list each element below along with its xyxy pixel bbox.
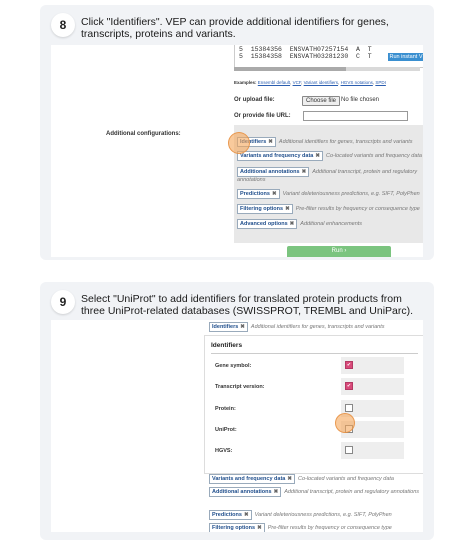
step-number: 8 <box>51 13 75 37</box>
option-identifiers[interactable]: Identifiers ✖ Additional identifiers for g… <box>209 322 385 332</box>
option-description: Additional identifiers for genes, transc… <box>278 139 413 145</box>
hgvs-cell <box>341 442 404 459</box>
option-description: Co-located variants and frequency data <box>297 476 394 482</box>
additional-annotations-tag[interactable]: Additional annotations ✖ <box>237 167 310 177</box>
step-9-card: 9 Select "UniProt" to add identifiers fo… <box>40 282 434 540</box>
option-filtering[interactable]: Filtering options ✖ Pre-filter results by … <box>209 523 392 532</box>
close-icon: ✖ <box>289 221 295 227</box>
hgvs-checkbox[interactable] <box>345 446 353 454</box>
uniprot-label: UniProt: <box>215 427 237 433</box>
identifiers-panel-title: Identifiers <box>211 342 243 349</box>
variant-input-textarea[interactable]: 5 15384356 ENSVATH07257154 A T 5 1538435… <box>234 45 423 68</box>
textarea-line: 5 15384358 ENSVATH03281230 C T <box>239 53 372 60</box>
step-instruction: Select "UniProt" to add identifiers for … <box>81 293 414 317</box>
variants-frequency-tag[interactable]: Variants and frequency data ✖ <box>209 474 295 484</box>
identifiers-panel: Identifiers Gene symbol: ✔ Transcript ve… <box>204 335 423 474</box>
option-predictions[interactable]: Predictions ✖ Variant deleteriousness pred… <box>209 510 392 520</box>
option-advanced[interactable]: Advanced options ✖ Additional enhancements <box>237 219 362 229</box>
step-8-screenshot: 5 15384356 ENSVATH07257154 A T 5 1538435… <box>51 45 423 257</box>
example-link[interactable]: Ensembl default <box>258 80 290 85</box>
option-description: Pre-filter results by frequency or conse… <box>295 206 420 212</box>
close-icon: ✖ <box>301 169 307 175</box>
option-predictions[interactable]: Predictions ✖ Variant deleteriousness pred… <box>237 189 420 199</box>
predictions-tag[interactable]: Predictions ✖ <box>209 510 252 520</box>
click-highlight <box>335 413 355 433</box>
run-instant-button[interactable]: Run instant V <box>388 53 423 61</box>
choose-file-button[interactable]: Choose file <box>302 96 341 106</box>
variants-frequency-tag[interactable]: Variants and frequency data ✖ <box>237 151 323 161</box>
close-icon: ✖ <box>268 139 273 145</box>
option-description: Additional transcript, protein and regul… <box>284 489 420 495</box>
run-button[interactable]: Run › <box>287 246 391 257</box>
gene-symbol-cell: ✔ <box>341 357 404 374</box>
step-number: 9 <box>51 290 75 314</box>
option-description: Additional identifiers for genes, transc… <box>250 324 385 330</box>
upload-file-label: Or upload file: <box>234 97 275 103</box>
hgvs-label: HGVS: <box>215 448 233 454</box>
option-additional-annotations[interactable]: Additional annotations ✖ Additional transc… <box>237 167 419 183</box>
file-url-label: Or provide file URL: <box>234 113 291 119</box>
option-description: Pre-filter results by frequency or conse… <box>267 525 392 531</box>
close-icon: ✖ <box>240 324 245 330</box>
option-identifiers[interactable]: Identifiers ✖ Additional identifiers for g… <box>237 137 413 147</box>
example-link[interactable]: SPDI <box>375 80 386 85</box>
close-icon: ✖ <box>285 206 290 212</box>
divider <box>211 353 418 354</box>
examples-label: Examples: <box>234 80 257 85</box>
option-description: Co-located variants and frequency data <box>325 153 422 159</box>
step-8-card: 8 Click "Identifiers". VEP can provide a… <box>40 5 434 260</box>
option-description: Additional enhancements <box>300 221 363 227</box>
filtering-options-tag[interactable]: Filtering options ✖ <box>237 204 293 214</box>
no-file-text: No file chosen <box>341 97 380 103</box>
option-variants-frequency[interactable]: Variants and frequency data ✖ Co-located v… <box>209 474 394 484</box>
close-icon: ✖ <box>257 525 262 531</box>
gene-symbol-checkbox[interactable]: ✔ <box>345 361 353 369</box>
example-link[interactable]: HGVS notations <box>341 80 373 85</box>
advanced-options-tag[interactable]: Advanced options ✖ <box>237 219 298 229</box>
option-description: Variant deleteriousness predictions, e.g… <box>282 191 420 197</box>
examples-line: Examples: Ensembl default, VCF, Variant … <box>234 80 386 85</box>
example-link[interactable]: VCF <box>293 80 302 85</box>
gene-symbol-label: Gene symbol: <box>215 363 252 369</box>
transcript-version-checkbox[interactable]: ✔ <box>345 382 353 390</box>
transcript-version-cell: ✔ <box>341 378 404 395</box>
file-url-input[interactable] <box>303 111 408 121</box>
step-instruction: Click "Identifiers". VEP can provide add… <box>81 16 389 40</box>
predictions-tag[interactable]: Predictions ✖ <box>237 189 280 199</box>
close-icon: ✖ <box>287 476 292 482</box>
close-icon: ✖ <box>243 512 249 518</box>
close-icon: ✖ <box>271 191 277 197</box>
click-highlight <box>228 132 250 154</box>
close-icon: ✖ <box>273 489 279 495</box>
option-variants-frequency[interactable]: Variants and frequency data ✖ Co-located v… <box>237 151 422 161</box>
option-description: Variant deleteriousness predictions, e.g… <box>254 512 392 518</box>
additional-annotations-tag[interactable]: Additional annotations ✖ <box>209 487 282 497</box>
protein-checkbox[interactable] <box>345 404 353 412</box>
step-9-screenshot: Identifiers ✖ Additional identifiers for g… <box>51 320 423 532</box>
textarea-line: 5 15384356 ENSVATH07257154 A T <box>239 46 372 53</box>
close-icon: ✖ <box>315 153 320 159</box>
textarea-scrollbar[interactable] <box>234 67 420 71</box>
identifiers-tag[interactable]: Identifiers ✖ <box>209 322 248 332</box>
example-link[interactable]: Variant identifiers <box>304 80 338 85</box>
config-panel: Identifiers ✖ Additional identifiers for g… <box>234 125 423 243</box>
transcript-version-label: Transcript version: <box>215 384 265 390</box>
additional-config-label: Additional configurations: <box>106 131 181 137</box>
option-filtering[interactable]: Filtering options ✖ Pre-filter results by … <box>237 204 420 214</box>
protein-label: Protein: <box>215 406 236 412</box>
filtering-options-tag[interactable]: Filtering options ✖ <box>209 523 265 532</box>
option-additional-annotations[interactable]: Additional annotations ✖ Additional transc… <box>209 487 421 497</box>
